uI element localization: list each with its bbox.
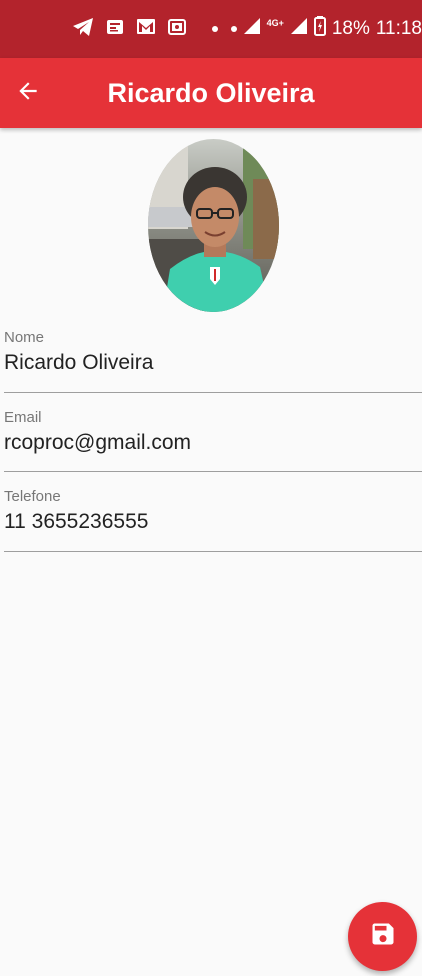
email-field-value[interactable]: rcoproc@gmail.com: [4, 431, 191, 455]
phone-field-value[interactable]: 11 3655236555: [4, 510, 148, 534]
dot-icon: [212, 26, 218, 32]
system-status: 4G+ 18% 11:18: [230, 16, 422, 42]
battery-percent: 18%: [331, 18, 370, 39]
name-field-label: Nome: [4, 329, 45, 346]
news-icon: [106, 18, 124, 41]
app-bar: Ricardo Oliveira: [0, 58, 422, 128]
name-field[interactable]: Nome Ricardo Oliveira: [4, 328, 422, 394]
email-field-underline: [4, 471, 422, 472]
phone-field-label: Telefone: [4, 488, 61, 505]
arrow-back-icon: [15, 78, 41, 109]
email-field-label: Email: [4, 409, 42, 426]
dot-icon: [230, 26, 237, 32]
signal-4g-icon: [290, 17, 308, 41]
phone-field[interactable]: Telefone 11 3655236555: [4, 487, 422, 553]
name-field-value[interactable]: Ricardo Oliveira: [4, 351, 153, 375]
telegram-icon: [72, 17, 94, 42]
profile-photo[interactable]: [148, 139, 279, 312]
battery-icon: [313, 16, 326, 42]
phone-field-underline: [4, 551, 422, 552]
back-button[interactable]: [8, 73, 48, 113]
signal-icon: [243, 17, 261, 41]
card-icon: [168, 18, 186, 41]
email-field[interactable]: Email rcoproc@gmail.com: [4, 408, 422, 474]
gmail-icon: [136, 18, 156, 40]
notification-icons: [72, 16, 218, 42]
clock: 11:18: [375, 18, 422, 39]
status-bar: 4G+ 18% 11:18: [0, 0, 422, 58]
page-title: Ricardo Oliveira: [107, 78, 315, 108]
save-icon: [369, 920, 397, 953]
name-field-underline: [4, 392, 422, 393]
save-button[interactable]: [348, 902, 417, 971]
network-type-label: 4G+: [266, 18, 284, 28]
